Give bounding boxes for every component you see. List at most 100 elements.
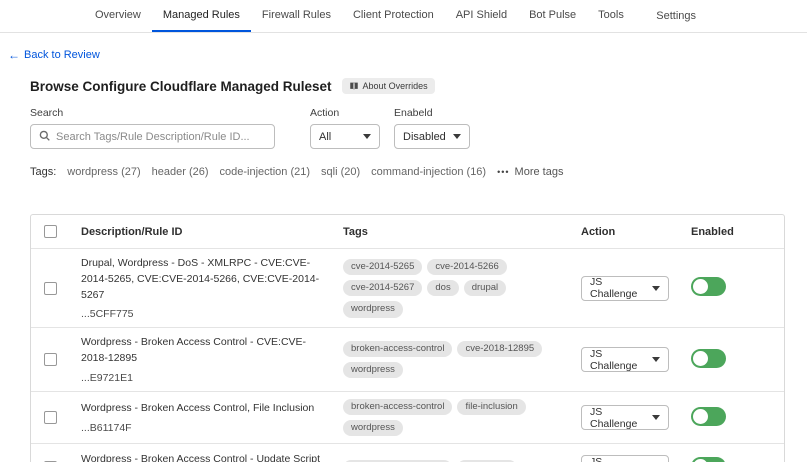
search-box xyxy=(30,124,275,149)
tag-pill: file-inclusion xyxy=(457,399,525,415)
action-select-value: JS Challenge xyxy=(590,276,646,300)
row-checkbox[interactable] xyxy=(44,353,57,366)
tag-pill: wordpress xyxy=(343,301,403,317)
table-header-row: Description/Rule ID Tags Action Enabled xyxy=(31,215,784,249)
header-tags: Tags xyxy=(343,226,581,238)
toggle-knob xyxy=(693,351,708,366)
tag-pill: cve-2014-5267 xyxy=(343,280,422,296)
tag-pill: cve-2018-12895 xyxy=(457,341,542,357)
tag-pill: broken-access-control xyxy=(343,341,452,357)
tag-link-code-injection[interactable]: code-injection (21) xyxy=(220,166,311,178)
enabled-filter-value: Disabled xyxy=(403,131,446,143)
action-select-value: JS Challenge xyxy=(590,348,646,372)
search-icon xyxy=(39,128,50,146)
tab-bot-pulse[interactable]: Bot Pulse xyxy=(518,0,587,32)
action-filter-value: All xyxy=(319,131,331,143)
about-overrides-badge[interactable]: About Overrides xyxy=(342,78,435,94)
tab-label: Settings xyxy=(656,10,696,22)
table-row: Wordpress - Broken Access Control - Upda… xyxy=(31,444,784,462)
tag-link-command-injection[interactable]: command-injection (16) xyxy=(371,166,486,178)
action-select[interactable]: JS Challenge xyxy=(581,347,669,372)
action-select-value: JS Challenge xyxy=(590,406,646,430)
action-filter-select[interactable]: All xyxy=(310,124,380,149)
chevron-down-icon xyxy=(363,134,371,139)
search-filter: Search xyxy=(30,107,275,149)
action-label: Action xyxy=(310,107,380,119)
tag-pill: wordpress xyxy=(343,362,403,378)
row-checkbox[interactable] xyxy=(44,282,57,295)
enabled-filter-select[interactable]: Disabled xyxy=(394,124,470,149)
tab-settings[interactable]: Settings xyxy=(645,0,707,32)
rules-table: Description/Rule ID Tags Action Enabled … xyxy=(30,214,785,462)
enabled-toggle[interactable] xyxy=(691,277,726,296)
tag-link-sqli[interactable]: sqli (20) xyxy=(321,166,360,178)
enabled-toggle[interactable] xyxy=(691,349,726,368)
tab-firewall-rules[interactable]: Firewall Rules xyxy=(251,0,342,32)
tag-pill: wordpress xyxy=(343,420,403,436)
action-select-value: JS Challenge xyxy=(590,456,646,462)
tab-managed-rules[interactable]: Managed Rules xyxy=(152,0,251,32)
rule-description: Drupal, Wordpress - DoS - XMLRPC - CVE:C… xyxy=(81,256,329,303)
tab-label: Firewall Rules xyxy=(262,9,331,21)
tab-label: API Shield xyxy=(456,9,507,21)
tag-link-wordpress[interactable]: wordpress (27) xyxy=(67,166,140,178)
rule-tags: broken-access-control file-inclusion wordp… xyxy=(343,399,581,437)
more-tags-label: More tags xyxy=(515,166,564,178)
search-label: Search xyxy=(30,107,275,119)
chevron-down-icon xyxy=(652,286,660,291)
rule-tags: broken-access-control cve-2018-12895 wordp… xyxy=(343,341,581,379)
select-all-checkbox[interactable] xyxy=(44,225,57,238)
rule-id: ...B61174F xyxy=(81,422,329,434)
rule-id: ...5CFF775 xyxy=(81,308,329,320)
about-overrides-label: About Overrides xyxy=(363,81,428,91)
rule-description: Wordpress - Broken Access Control, File … xyxy=(81,401,329,417)
rule-description: Wordpress - Broken Access Control - CVE:… xyxy=(81,335,329,367)
action-select[interactable]: JS Challenge xyxy=(581,405,669,430)
book-icon xyxy=(349,81,359,91)
action-filter: Action All xyxy=(310,107,380,149)
enabled-label: Enabeld xyxy=(394,107,470,119)
rule-id: ...E9721E1 xyxy=(81,372,329,384)
more-tags-button[interactable]: More tags xyxy=(497,166,563,178)
chevron-down-icon xyxy=(652,357,660,362)
tab-api-shield[interactable]: API Shield xyxy=(445,0,518,32)
row-checkbox[interactable] xyxy=(44,411,57,424)
chevron-down-icon xyxy=(453,134,461,139)
action-select[interactable]: JS Challenge xyxy=(581,276,669,301)
back-link[interactable]: Back to Review xyxy=(8,48,100,62)
tab-client-protection[interactable]: Client Protection xyxy=(342,0,445,32)
search-input[interactable] xyxy=(56,131,266,143)
tag-pill: broken-access-control xyxy=(343,399,452,415)
chevron-down-icon xyxy=(652,415,660,420)
tag-pill: drupal xyxy=(464,280,506,296)
header-enabled: Enabled xyxy=(691,226,786,238)
tab-label: Tools xyxy=(598,9,624,21)
toggle-knob xyxy=(693,409,708,424)
tag-link-header[interactable]: header (26) xyxy=(152,166,209,178)
action-select[interactable]: JS Challenge xyxy=(581,455,669,462)
table-row: Wordpress - Broken Access Control, File … xyxy=(31,392,784,445)
page-title: Browse Configure Cloudflare Managed Rule… xyxy=(30,79,332,94)
header-action: Action xyxy=(581,226,691,238)
table-row: Drupal, Wordpress - DoS - XMLRPC - CVE:C… xyxy=(31,249,784,328)
tag-pill: cve-2014-5266 xyxy=(427,259,506,275)
arrow-left-icon xyxy=(8,48,20,62)
tab-label: Managed Rules xyxy=(163,9,240,21)
tag-pill: dos xyxy=(427,280,458,296)
enabled-toggle[interactable] xyxy=(691,457,726,462)
rule-description: Wordpress - Broken Access Control - Upda… xyxy=(81,452,329,462)
top-nav: Overview Managed Rules Firewall Rules Cl… xyxy=(0,0,807,33)
toggle-knob xyxy=(693,279,708,294)
tab-label: Client Protection xyxy=(353,9,434,21)
tab-label: Overview xyxy=(95,9,141,21)
title-row: Browse Configure Cloudflare Managed Rule… xyxy=(30,78,807,94)
ellipsis-icon xyxy=(497,166,509,178)
tab-overview[interactable]: Overview xyxy=(84,0,152,32)
enabled-toggle[interactable] xyxy=(691,407,726,426)
tags-bar: Tags: wordpress (27) header (26) code-in… xyxy=(30,166,807,178)
tab-tools[interactable]: Tools xyxy=(587,0,635,32)
tag-pill: cve-2014-5265 xyxy=(343,259,422,275)
back-link-label: Back to Review xyxy=(24,49,100,61)
header-description: Description/Rule ID xyxy=(81,226,343,238)
table-row: Wordpress - Broken Access Control - CVE:… xyxy=(31,328,784,392)
